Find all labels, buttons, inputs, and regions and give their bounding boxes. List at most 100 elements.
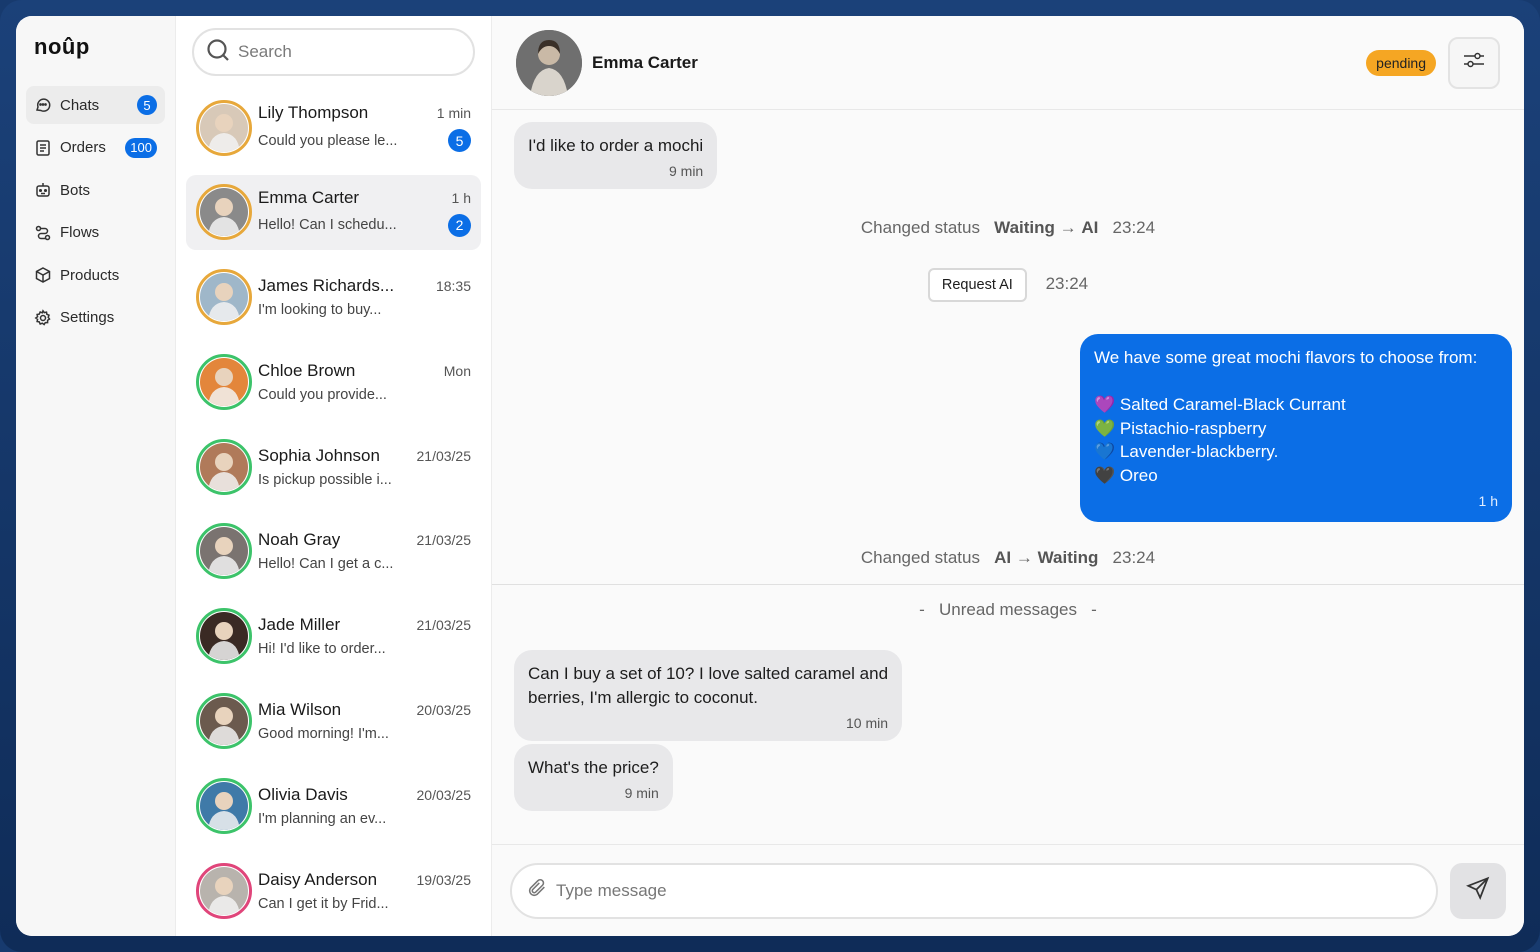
send-button[interactable] <box>1450 862 1506 919</box>
conversation-header: Emma Carter pending <box>492 16 1524 110</box>
chat-list-item[interactable]: James Richards... 18:35 I'm looking to buy… <box>186 260 481 335</box>
status-to: AI <box>1081 218 1099 237</box>
black-heart-icon: 🖤 <box>1094 466 1116 486</box>
sidebar-item-chats[interactable]: Chats 5 <box>26 86 165 124</box>
sidebar-item-label: Settings <box>60 309 115 326</box>
conversation-panel: Emma Carter pending I'd like to order a … <box>492 16 1524 936</box>
sidebar: noûp Chats 5 Orders 100 Bots Flows Produ… <box>16 16 176 936</box>
orders-count-badge: 100 <box>125 137 157 158</box>
chat-preview: Is pickup possible i... <box>258 471 392 488</box>
search-box[interactable] <box>192 28 475 76</box>
sidebar-item-label: Products <box>60 266 120 284</box>
flavor-item: 💙 Lavender-blackberry. <box>1094 442 1279 462</box>
app-frame: noûp Chats 5 Orders 100 Bots Flows Produ… <box>0 0 1540 952</box>
flavor-item: 💚 Pistachio-raspberry <box>1094 418 1267 438</box>
status-badge[interactable]: pending <box>1366 49 1436 76</box>
avatar-photo <box>200 273 248 322</box>
sidebar-item-label: Chats <box>60 96 100 114</box>
sidebar-item-orders[interactable]: Orders 100 <box>26 129 165 167</box>
avatar-photo <box>200 188 248 237</box>
chat-name: Noah Gray <box>258 530 341 550</box>
blue-heart-icon: 💙 <box>1094 442 1116 462</box>
composer <box>492 844 1524 936</box>
search-input[interactable] <box>238 42 438 62</box>
chat-time: 1 h <box>451 189 471 206</box>
status-change-time: 23:24 <box>1112 218 1156 237</box>
message-input[interactable] <box>556 880 1356 901</box>
avatar <box>196 608 252 665</box>
chat-list-item[interactable]: Daisy Anderson 19/03/25 Can I get it by Fr… <box>186 853 481 928</box>
chat-preview: I'm looking to buy... <box>258 302 382 319</box>
avatar <box>196 353 252 410</box>
unread-messages-separator: - Unread messages - <box>919 600 1097 619</box>
sidebar-item-settings[interactable]: Settings <box>26 299 165 337</box>
flavor-item: 💜 Salted Caramel-Black Currant <box>1094 394 1346 414</box>
purple-heart-icon: 💜 <box>1094 394 1116 414</box>
sidebar-item-bots[interactable]: Bots <box>26 171 165 209</box>
message-time: 9 min <box>624 784 659 801</box>
chat-name: Emma Carter <box>258 187 360 207</box>
sidebar-item-flows[interactable]: Flows <box>26 214 165 252</box>
green-heart-icon: 💚 <box>1094 418 1116 438</box>
chat-time: 21/03/25 <box>416 532 472 549</box>
chat-list-item[interactable]: Noah Gray 21/03/25 Hello! Can I get a c... <box>186 514 481 589</box>
status-from: AI <box>994 548 1012 567</box>
chat-list-item[interactable]: Jade Miller 21/03/25 Hi! I'd like to order… <box>186 599 481 674</box>
chats-count-badge: 5 <box>137 95 157 115</box>
message-bubble-incoming: Can I buy a set of 10? I love salted car… <box>514 650 903 742</box>
status-to: Waiting <box>1037 548 1099 567</box>
arrow-right-icon: → <box>1059 218 1077 237</box>
chat-time: Mon <box>443 362 471 379</box>
avatar-photo <box>200 781 248 830</box>
message-text: I'd like to order a mochi <box>528 136 704 155</box>
avatar-photo <box>200 442 248 491</box>
chat-list-item[interactable]: Olivia Davis 20/03/25 I'm planning an ev..… <box>186 768 481 843</box>
chat-time: 1 min <box>436 105 471 121</box>
gear-icon <box>34 308 52 327</box>
avatar-photo <box>200 527 248 576</box>
avatar <box>196 438 252 495</box>
chat-time: 19/03/25 <box>416 871 472 888</box>
chat-name: Jade Miller <box>258 615 341 635</box>
message-text: What's the price? <box>528 758 659 777</box>
filter-button[interactable] <box>1448 36 1500 89</box>
chat-preview: Could you please le... <box>258 132 398 149</box>
flavor-item: 🖤 Oreo <box>1094 466 1158 486</box>
sidebar-item-label: Flows <box>60 224 100 241</box>
orders-icon <box>34 139 52 157</box>
chat-name: Lily Thompson <box>258 103 369 122</box>
paperclip-icon[interactable] <box>526 877 548 904</box>
contact-avatar[interactable] <box>516 29 582 96</box>
avatar <box>196 269 252 326</box>
status-change-label: Changed status <box>860 548 980 567</box>
status-change-event: Changed status AI → Waiting 23:24 <box>492 548 1524 568</box>
avatar <box>196 99 252 156</box>
chat-list-item[interactable]: Mia Wilson 20/03/25 Good morning! I'm... <box>186 684 481 759</box>
message-text: We have some great mochi flavors to choo… <box>1094 348 1478 367</box>
chat-list-item[interactable]: Lily Thompson 1 min Could you please le...… <box>186 90 481 165</box>
chat-icon <box>34 96 52 114</box>
request-ai-event: Request AI 23:24 <box>492 268 1524 302</box>
chat-name: Chloe Brown <box>258 360 356 380</box>
chat-name: Daisy Anderson <box>258 869 378 889</box>
chat-preview: Could you provide... <box>258 386 387 403</box>
chat-preview: Hello! Can I get a c... <box>258 556 394 573</box>
avatar <box>196 693 252 750</box>
sidebar-item-label: Orders <box>60 139 106 156</box>
request-ai-button[interactable]: Request AI <box>927 268 1027 302</box>
chat-list-item[interactable]: Chloe Brown Mon Could you provide... <box>186 344 481 419</box>
avatar <box>196 523 252 580</box>
chat-list-panel: Lily Thompson 1 min Could you please le...… <box>176 16 492 936</box>
avatar <box>196 184 252 241</box>
message-input-box[interactable] <box>510 862 1438 919</box>
message-time: 1 h <box>1478 492 1498 509</box>
avatar-photo <box>200 697 248 746</box>
chat-time: 18:35 <box>435 278 471 295</box>
chat-list-item[interactable]: Sophia Johnson 21/03/25 Is pickup possible… <box>186 429 481 504</box>
chat-name: James Richards... <box>258 276 395 296</box>
chat-preview: I'm planning an ev... <box>258 810 387 827</box>
divider <box>492 584 1524 585</box>
chat-list-item[interactable]: Emma Carter 1 h Hello! Can I schedu... 2 <box>186 174 481 250</box>
chat-time: 20/03/25 <box>416 786 472 803</box>
sidebar-item-products[interactable]: Products <box>26 256 165 294</box>
